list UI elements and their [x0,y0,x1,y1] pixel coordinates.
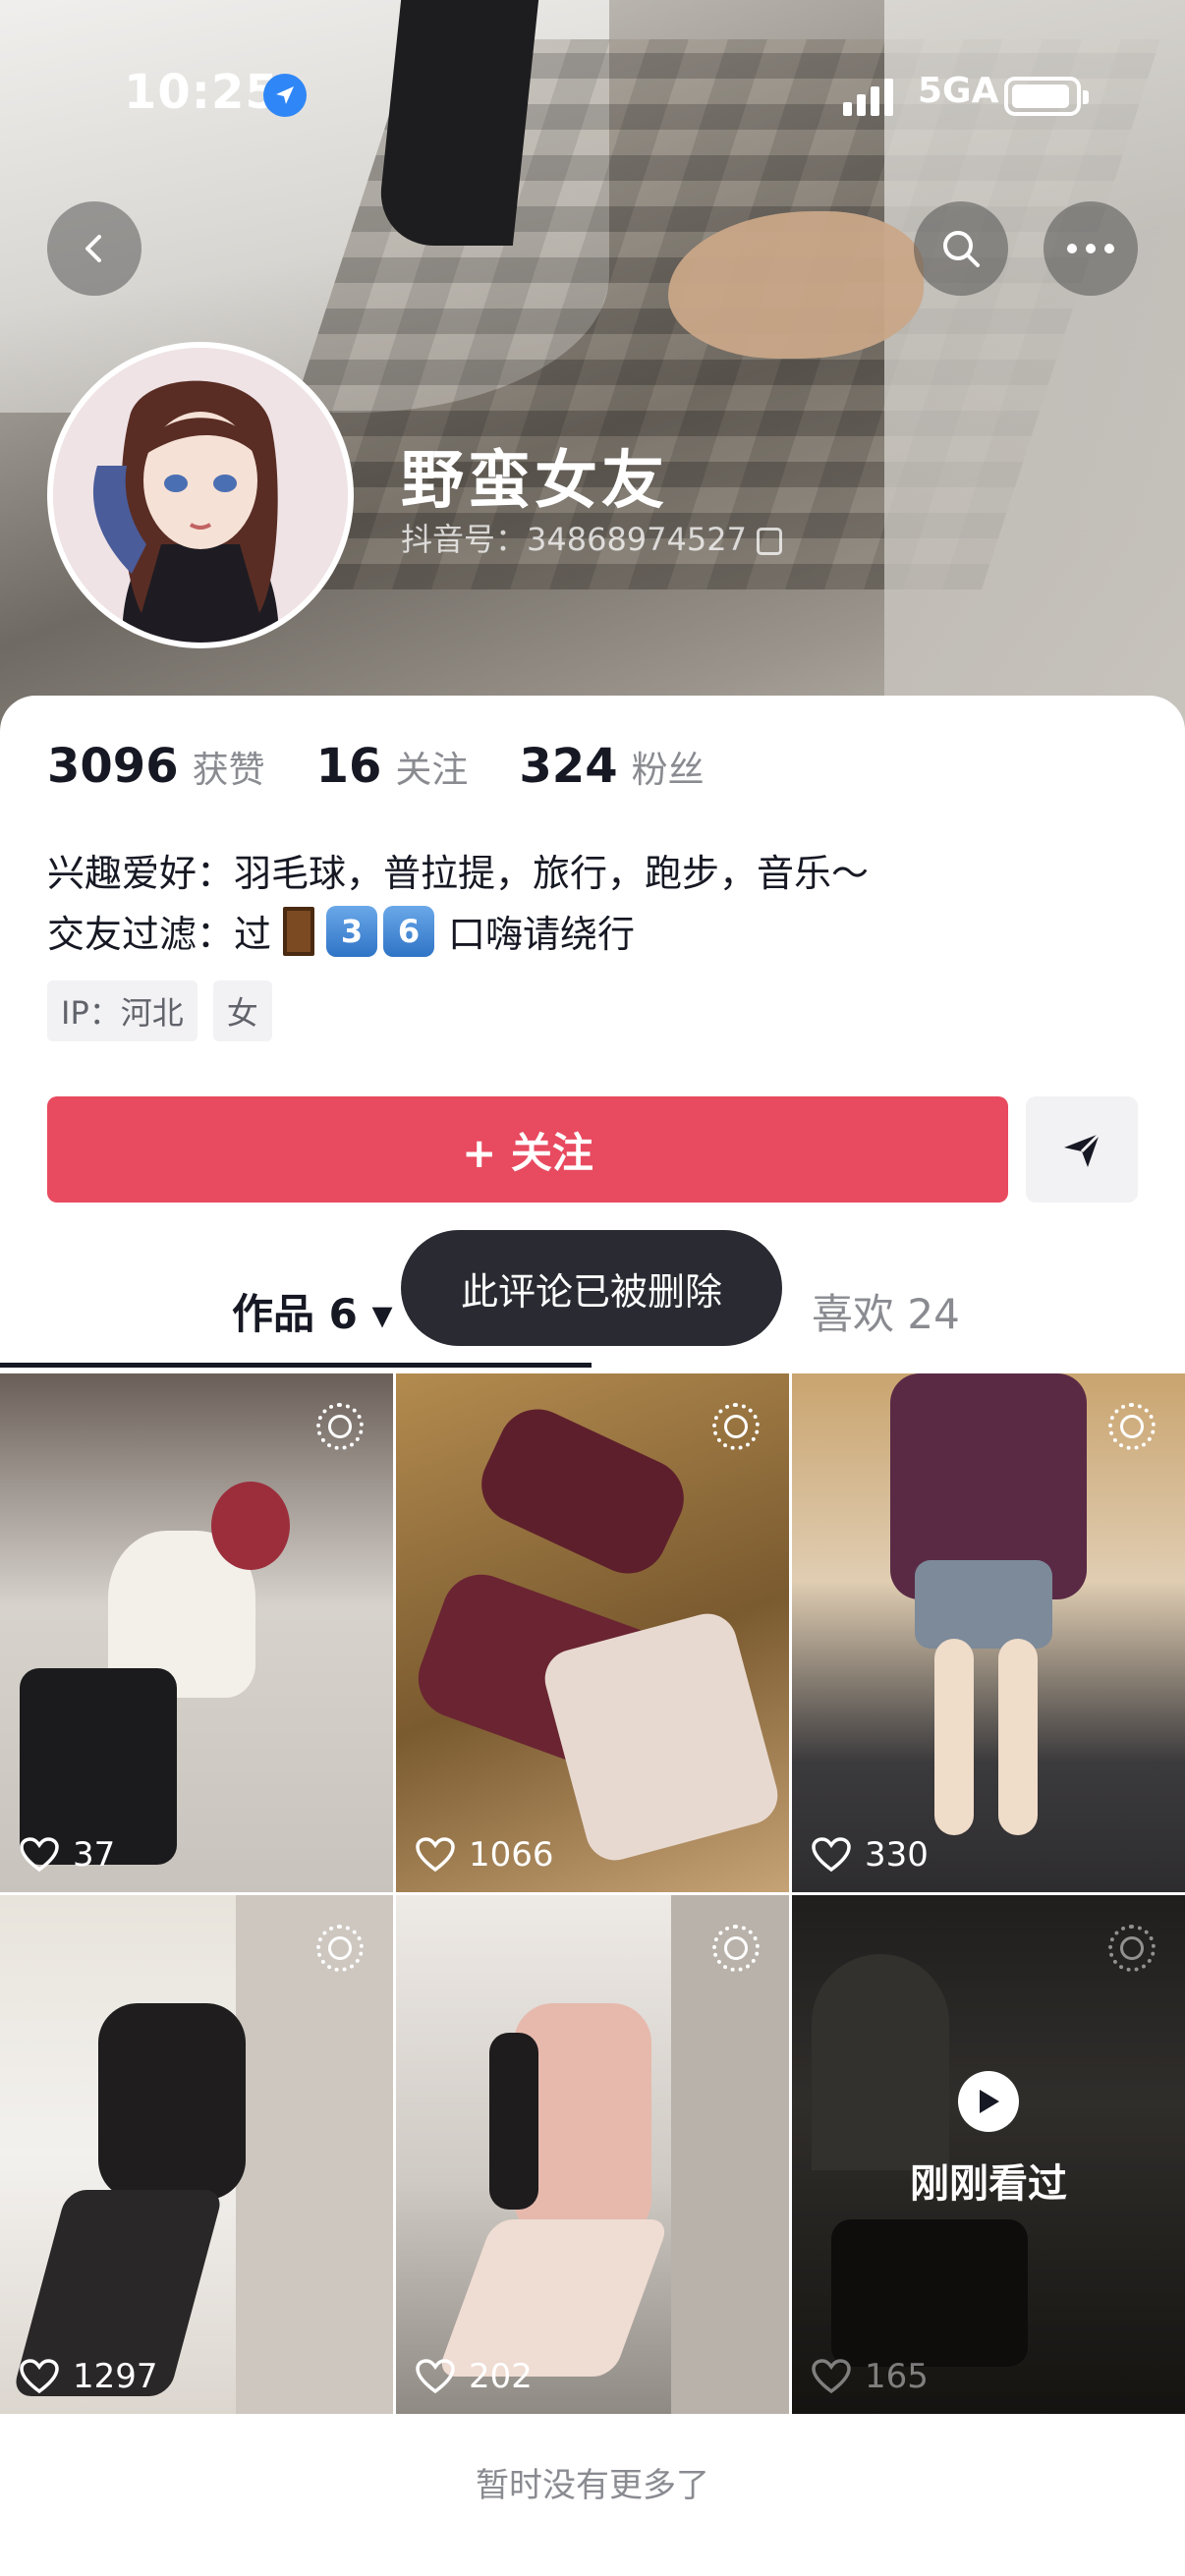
video-tile[interactable]: 1297 [0,1895,393,2414]
network-label: 5GA [918,71,999,111]
nickname: 野蛮女友 [401,445,668,518]
status-time: 10:25 [124,65,279,120]
heart-icon [812,1837,851,1873]
live-icon [712,1925,760,1972]
tab-works[interactable]: 作品 6 ▾ [232,1281,393,1341]
like-count-text: 1066 [469,1835,554,1875]
watched-label: 刚刚看过 [910,2161,1067,2207]
like-count-text: 1297 [73,2357,158,2396]
avatar[interactable] [47,342,354,648]
live-icon [1108,1403,1156,1450]
stat-likes[interactable]: 3096 获赞 [47,739,265,794]
heart-icon [416,2359,455,2394]
douyin-id-text: 抖音号：34868974527 [401,521,747,558]
stat-label: 获赞 [192,749,265,791]
bio-line-1: 兴趣爱好：羽毛球，普拉提，旅行，跑步，音乐～ [47,852,870,895]
stat-label: 粉丝 [631,749,705,791]
like-count: 202 [416,2357,533,2396]
like-count: 330 [812,1835,929,1875]
bio-line-2-prefix: 交友过滤：过 [47,913,272,956]
tab-likes[interactable]: 喜欢 24 [812,1281,960,1341]
tag-gender: 女 [212,980,272,1041]
send-icon [1064,1132,1101,1167]
follow-button[interactable]: + 关注 [47,1096,1008,1203]
keycap-emoji: 6 [383,905,435,957]
live-icon [1108,1925,1156,1972]
like-count-text: 37 [73,1835,116,1875]
heart-icon [812,2359,851,2394]
copy-icon[interactable] [756,528,782,555]
tag-list: IP：河北 女 [47,980,272,1041]
stat-followers[interactable]: 324 粉丝 [519,739,704,794]
video-tile[interactable]: 202 [396,1895,789,2414]
back-button[interactable] [47,201,141,296]
stat-value: 16 [315,739,382,794]
back-icon [85,235,101,262]
toast-message: 此评论已被删除 [401,1230,782,1346]
search-icon [943,231,980,267]
video-grid: 37 1066 330 1297 202 刚刚看过 165 [0,1373,1185,2414]
keycap-emoji: 3 [326,905,378,957]
tag-ip: IP：河北 [47,980,198,1041]
watched-overlay: 刚刚看过 [792,1895,1185,2414]
stat-following[interactable]: 16 关注 [316,739,469,794]
like-count-text: 165 [865,2357,929,2396]
stats-row: 3096 获赞 16 关注 324 粉丝 [47,739,756,794]
like-count: 1066 [416,1835,554,1875]
bio-line-2-suffix: 口嗨请绕行 [448,913,636,956]
video-tile[interactable]: 1066 [396,1373,789,1892]
like-count-text: 330 [865,1835,929,1875]
video-tile[interactable]: 37 [0,1373,393,1892]
message-button[interactable] [1026,1096,1138,1203]
like-count: 165 [812,2357,929,2396]
play-icon [958,2071,1019,2132]
stat-value: 3096 [47,739,179,794]
location-arrow-icon [263,74,307,117]
tab-indicator [0,1363,592,1368]
live-icon [316,1403,364,1450]
like-count-text: 202 [469,2357,533,2396]
stat-value: 324 [519,739,618,794]
douyin-id[interactable]: 抖音号：34868974527 [401,515,782,560]
heart-icon [20,2359,59,2394]
video-tile[interactable]: 刚刚看过 165 [792,1895,1185,2414]
no-more-text: 暂时没有更多了 [476,2466,709,2505]
battery-icon [1004,77,1089,116]
bio-line-2: 交友过滤：过 3 6 口嗨请绕行 [47,904,635,958]
search-button[interactable] [914,201,1008,296]
video-tile[interactable]: 330 [792,1373,1185,1892]
heart-icon [416,1837,455,1873]
live-icon [316,1925,364,1972]
door-emoji [283,906,315,956]
more-button[interactable] [1044,201,1138,296]
stat-label: 关注 [395,749,469,791]
like-count: 1297 [20,2357,158,2396]
live-icon [712,1403,760,1450]
heart-icon [20,1837,59,1873]
profile-page: 10:25 5GA 野蛮女友 抖音号：34868974527 3096 获赞 1… [0,0,1185,2576]
signal-icon [843,77,893,116]
like-count: 37 [20,1835,115,1875]
more-icon [1067,244,1114,253]
